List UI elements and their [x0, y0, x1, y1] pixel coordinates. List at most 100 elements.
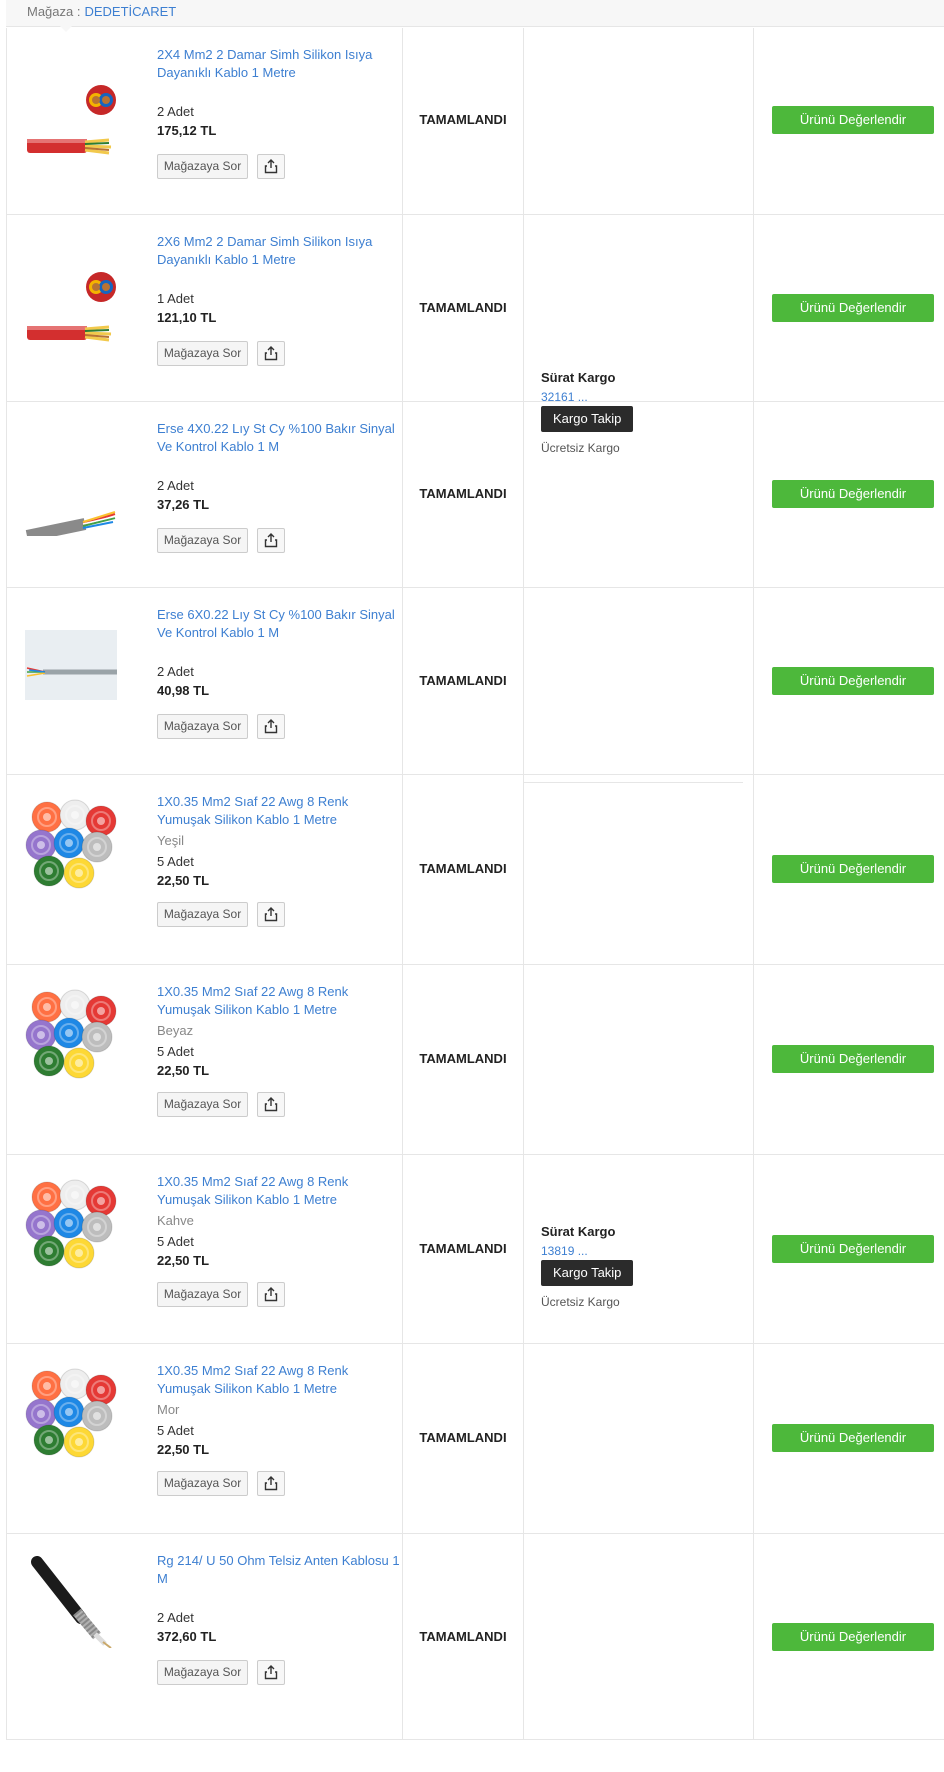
product-quantity: 2 Adet	[157, 478, 194, 493]
share-button[interactable]	[257, 1282, 285, 1307]
shipment-info: Sürat Kargo 32161 ... Kargo Takip Ücrets…	[541, 370, 741, 455]
order-item-row: 2X4 Mm2 2 Damar Simh Silikon Isıya Dayan…	[7, 28, 944, 214]
cable-spools-icon[interactable]	[25, 799, 117, 891]
product-variant: Kahve	[157, 1213, 194, 1228]
share-icon	[264, 159, 278, 174]
order-status: TAMAMLANDI	[419, 112, 507, 127]
product-variant: Yeşil	[157, 833, 184, 848]
product-name-link[interactable]: Rg 214/ U 50 Ohm Telsiz Anten Kablosu 1 …	[157, 1552, 402, 1588]
share-icon	[264, 1665, 278, 1680]
shipment-carrier: Sürat Kargo	[541, 1224, 616, 1239]
order-item-row: 1X0.35 Mm2 Sıaf 22 Awg 8 Renk Yumuşak Si…	[7, 1343, 944, 1533]
product-price: 37,26 TL	[157, 497, 210, 512]
shipment-carrier: Sürat Kargo	[541, 370, 616, 385]
product-price: 175,12 TL	[157, 123, 217, 138]
grey-cable-photo-icon[interactable]	[25, 630, 117, 722]
product-price: 22,50 TL	[157, 1253, 210, 1268]
review-product-button[interactable]: Ürünü Değerlendir	[772, 855, 934, 883]
order-status: TAMAMLANDI	[419, 1430, 507, 1445]
free-shipping-label: Ücretsiz Kargo	[541, 1295, 620, 1309]
product-variant: Mor	[157, 1402, 180, 1417]
share-icon	[264, 1097, 278, 1112]
red-cable-icon[interactable]	[25, 70, 117, 162]
review-product-button[interactable]: Ürünü Değerlendir	[772, 480, 934, 508]
product-name-link[interactable]: Erse 6X0.22 Lıy St Cy %100 Bakır Sinyal …	[157, 606, 402, 642]
share-button[interactable]	[257, 902, 285, 927]
cable-spools-icon[interactable]	[25, 1368, 117, 1460]
grey-cable-icon[interactable]	[25, 444, 118, 542]
shipment-tracking-link[interactable]: 13819 ...	[541, 1244, 741, 1258]
product-name-link[interactable]: 1X0.35 Mm2 Sıaf 22 Awg 8 Renk Yumuşak Si…	[157, 1173, 402, 1209]
product-name-link[interactable]: 1X0.35 Mm2 Sıaf 22 Awg 8 Renk Yumuşak Si…	[157, 983, 402, 1019]
store-label: Mağaza : DEDETİCARET	[27, 4, 176, 19]
product-name-link[interactable]: 1X0.35 Mm2 Sıaf 22 Awg 8 Renk Yumuşak Si…	[157, 793, 402, 829]
red-cable-icon[interactable]	[25, 257, 117, 349]
order-status: TAMAMLANDI	[419, 1051, 507, 1066]
share-button[interactable]	[257, 341, 285, 366]
order-status: TAMAMLANDI	[419, 1629, 507, 1644]
ask-store-button[interactable]: Mağazaya Sor	[157, 1660, 248, 1685]
product-quantity: 5 Adet	[157, 1234, 194, 1249]
order-items-table: 2X4 Mm2 2 Damar Simh Silikon Isıya Dayan…	[6, 28, 944, 1740]
ask-store-button[interactable]: Mağazaya Sor	[157, 154, 248, 179]
ask-store-button[interactable]: Mağazaya Sor	[157, 1471, 248, 1496]
ask-store-button[interactable]: Mağazaya Sor	[157, 1092, 248, 1117]
share-icon	[264, 907, 278, 922]
order-item-row: Rg 214/ U 50 Ohm Telsiz Anten Kablosu 1 …	[7, 1533, 944, 1740]
review-product-button[interactable]: Ürünü Değerlendir	[772, 1045, 934, 1073]
review-product-button[interactable]: Ürünü Değerlendir	[772, 294, 934, 322]
ask-store-button[interactable]: Mağazaya Sor	[157, 1282, 248, 1307]
share-button[interactable]	[257, 528, 285, 553]
ask-store-button[interactable]: Mağazaya Sor	[157, 528, 248, 553]
order-item-row: 2X6 Mm2 2 Damar Simh Silikon Isıya Dayan…	[7, 214, 944, 401]
review-product-button[interactable]: Ürünü Değerlendir	[772, 1623, 934, 1651]
share-button[interactable]	[257, 714, 285, 739]
order-status: TAMAMLANDI	[419, 300, 507, 315]
share-button[interactable]	[257, 1092, 285, 1117]
order-status: TAMAMLANDI	[419, 486, 507, 501]
shipment-tracking-link[interactable]: 32161 ...	[541, 390, 741, 404]
product-price: 22,50 TL	[157, 1063, 210, 1078]
product-price: 22,50 TL	[157, 1442, 210, 1457]
ask-store-button[interactable]: Mağazaya Sor	[157, 902, 248, 927]
review-product-button[interactable]: Ürünü Değerlendir	[772, 1235, 934, 1263]
product-quantity: 5 Adet	[157, 854, 194, 869]
product-name-link[interactable]: 1X0.35 Mm2 Sıaf 22 Awg 8 Renk Yumuşak Si…	[157, 1362, 402, 1398]
ask-store-button[interactable]: Mağazaya Sor	[157, 341, 248, 366]
order-item-row: 1X0.35 Mm2 Sıaf 22 Awg 8 Renk Yumuşak Si…	[7, 1154, 944, 1343]
order-status: TAMAMLANDI	[419, 673, 507, 688]
product-quantity: 5 Adet	[157, 1044, 194, 1059]
share-icon	[264, 346, 278, 361]
ask-store-button[interactable]: Mağazaya Sor	[157, 714, 248, 739]
product-price: 40,98 TL	[157, 683, 210, 698]
store-header: Mağaza : DEDETİCARET	[6, 0, 944, 32]
store-name-link[interactable]: DEDETİCARET	[84, 4, 176, 19]
share-button[interactable]	[257, 154, 285, 179]
review-product-button[interactable]: Ürünü Değerlendir	[772, 667, 934, 695]
review-product-button[interactable]: Ürünü Değerlendir	[772, 106, 934, 134]
product-price: 372,60 TL	[157, 1629, 217, 1644]
coax-cable-icon[interactable]	[25, 1556, 117, 1649]
track-shipment-button[interactable]: Kargo Takip	[541, 1260, 634, 1286]
shipment-info: Sürat Kargo 13819 ... Kargo Takip Ücrets…	[541, 1224, 741, 1309]
order-item-row: Erse 6X0.22 Lıy St Cy %100 Bakır Sinyal …	[7, 587, 944, 774]
share-button[interactable]	[257, 1471, 285, 1496]
order-status: TAMAMLANDI	[419, 1241, 507, 1256]
product-quantity: 2 Adet	[157, 664, 194, 679]
share-icon	[264, 1476, 278, 1491]
product-quantity: 1 Adet	[157, 291, 194, 306]
product-variant: Beyaz	[157, 1023, 194, 1038]
share-button[interactable]	[257, 1660, 285, 1685]
order-item-row: 1X0.35 Mm2 Sıaf 22 Awg 8 Renk Yumuşak Si…	[7, 964, 944, 1154]
cable-spools-icon[interactable]	[25, 989, 117, 1081]
product-name-link[interactable]: 2X4 Mm2 2 Damar Simh Silikon Isıya Dayan…	[157, 46, 402, 82]
product-quantity: 5 Adet	[157, 1423, 194, 1438]
store-label-text: Mağaza :	[27, 4, 81, 19]
product-price: 22,50 TL	[157, 873, 210, 888]
track-shipment-button[interactable]: Kargo Takip	[541, 406, 634, 432]
product-name-link[interactable]: 2X6 Mm2 2 Damar Simh Silikon Isıya Dayan…	[157, 233, 402, 269]
review-product-button[interactable]: Ürünü Değerlendir	[772, 1424, 934, 1452]
order-item-row: 1X0.35 Mm2 Sıaf 22 Awg 8 Renk Yumuşak Si…	[7, 774, 944, 964]
cable-spools-icon[interactable]	[25, 1179, 117, 1271]
product-name-link[interactable]: Erse 4X0.22 Lıy St Cy %100 Bakır Sinyal …	[157, 420, 402, 456]
